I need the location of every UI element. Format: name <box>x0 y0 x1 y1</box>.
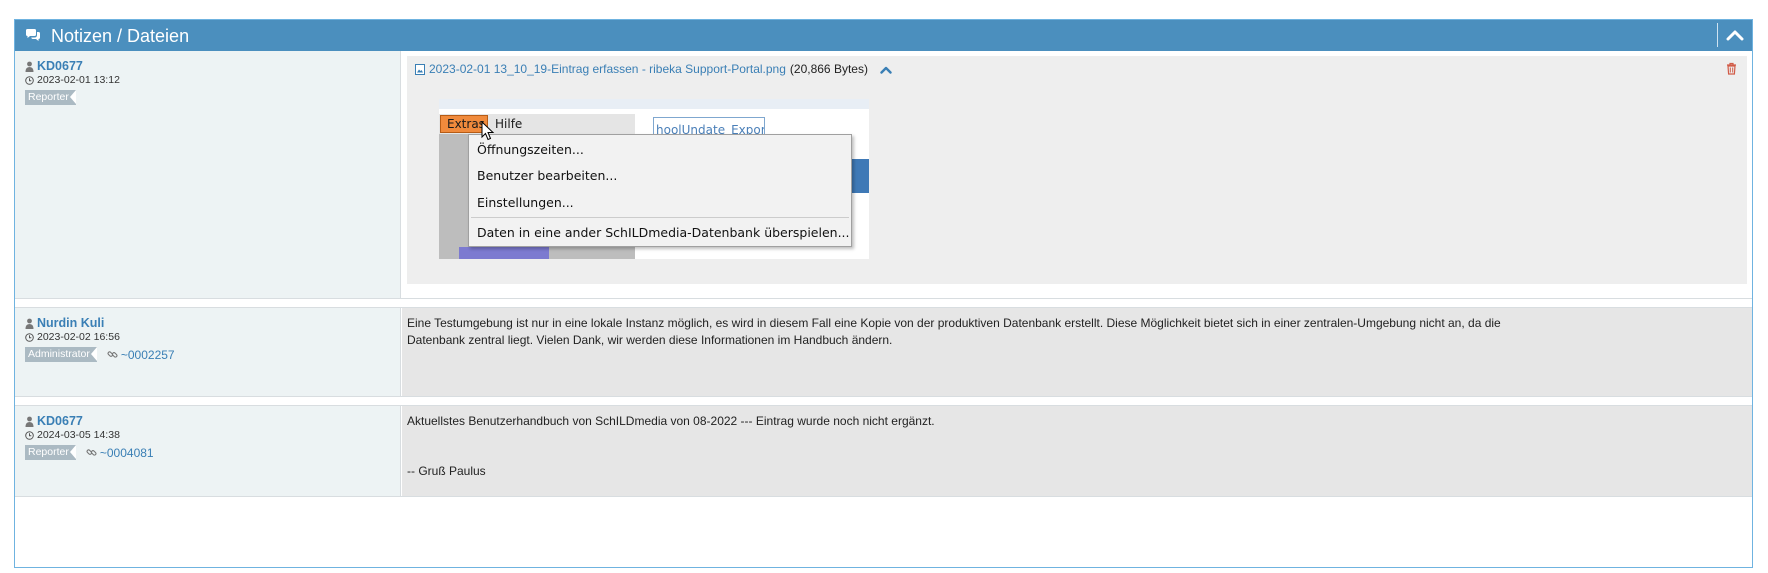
note-author-panel: Nurdin Kuli 2023-02-02 16:56 Administrat… <box>15 308 401 396</box>
preview-menu-separator <box>471 217 849 218</box>
note-id[interactable]: ~0004081 <box>100 446 154 460</box>
user-link[interactable]: KD0677 <box>37 414 83 428</box>
row-spacer <box>15 298 1752 308</box>
notes-files-widget: Notizen / Dateien KD0677 2023-02-01 13:1… <box>14 19 1753 568</box>
user-icon <box>25 318 34 329</box>
note-id[interactable]: ~0002257 <box>121 348 175 362</box>
note-content: 2023-02-01 13_10_19-Eintrag erfassen - r… <box>402 51 1752 298</box>
note-text-line: -- Gruß Paulus <box>407 464 486 478</box>
note-text-line: Aktuellstes Benutzerhandbuch von SchILDm… <box>407 414 935 428</box>
note-row: Nurdin Kuli 2023-02-02 16:56 Administrat… <box>15 308 1752 396</box>
note-date: 2023-02-01 13:12 <box>37 74 120 86</box>
image-file-icon <box>415 63 425 75</box>
mouse-cursor-icon <box>481 121 495 141</box>
note-text: Aktuellstes Benutzerhandbuch von SchILDm… <box>407 413 1737 480</box>
user-link[interactable]: Nurdin Kuli <box>37 316 104 330</box>
link-icon <box>86 449 97 456</box>
user-icon <box>25 416 34 427</box>
chevron-up-icon[interactable] <box>1726 27 1744 43</box>
preview-menu-hilfe: Hilfe <box>495 117 523 131</box>
note-permalink[interactable]: ~0002257 <box>107 348 175 362</box>
user-line: Nurdin Kuli <box>25 316 104 330</box>
user-line: KD0677 <box>25 59 83 73</box>
note-text: Eine Testumgebung ist nur in eine lokale… <box>407 315 1737 349</box>
user-icon <box>25 61 34 72</box>
attachment-header: 2023-02-01 13_10_19-Eintrag erfassen - r… <box>415 62 892 76</box>
preview-image-fragment <box>459 247 549 259</box>
badge-line: Administrator ~0002257 <box>25 347 175 362</box>
role-badge: Reporter <box>25 90 76 105</box>
note-row: KD0677 2023-02-01 13:12 Reporter 2023-02… <box>15 51 1752 298</box>
note-date: 2023-02-02 16:56 <box>37 331 120 343</box>
attachment-link[interactable]: 2023-02-01 13_10_19-Eintrag erfassen - r… <box>429 62 786 76</box>
preview-menu-item: Benutzer bearbeiten... <box>477 168 618 183</box>
note-text-line: Eine Testumgebung ist nur in eine lokale… <box>407 316 1501 330</box>
row-spacer <box>15 396 1752 406</box>
preview-menu-item: Daten in eine ander SchILDmedia-Datenban… <box>477 225 850 240</box>
widget-title: Notizen / Dateien <box>51 26 190 46</box>
header-divider <box>1717 23 1718 47</box>
role-badge: Administrator <box>25 347 97 362</box>
date-line: 2023-02-02 16:56 <box>25 331 120 343</box>
badge-line: Reporter ~0004081 <box>25 445 154 460</box>
chevron-up-icon[interactable] <box>880 65 892 74</box>
trash-icon[interactable] <box>1726 62 1737 75</box>
note-permalink[interactable]: ~0004081 <box>86 446 154 460</box>
date-line: 2023-02-01 13:12 <box>25 74 120 86</box>
clock-icon <box>25 332 34 342</box>
comments-icon <box>26 29 40 41</box>
note-author-panel: KD0677 2023-02-01 13:12 Reporter <box>15 51 401 298</box>
user-link[interactable]: KD0677 <box>37 59 83 73</box>
badge-line: Reporter <box>25 90 76 105</box>
date-line: 2024-03-05 14:38 <box>25 429 120 441</box>
note-row: KD0677 2024-03-05 14:38 Reporter ~000408… <box>15 406 1752 496</box>
attachment-preview[interactable]: hoolUndate_Export Extras Hilfe Öffnungsz… <box>439 99 869 259</box>
role-badge: Reporter <box>25 445 76 460</box>
preview-menu-item: Öffnungszeiten... <box>477 142 584 157</box>
row-spacer <box>15 496 1752 506</box>
preview-dropdown-menu: Öffnungszeiten... Benutzer bearbeiten...… <box>468 134 852 247</box>
attachment-box: 2023-02-01 13_10_19-Eintrag erfassen - r… <box>407 56 1747 284</box>
preview-background <box>439 99 869 109</box>
note-content: Eine Testumgebung ist nur in eine lokale… <box>402 308 1752 396</box>
note-date: 2024-03-05 14:38 <box>37 429 120 441</box>
user-line: KD0677 <box>25 414 83 428</box>
clock-icon <box>25 75 34 85</box>
attachment-size: (20,866 Bytes) <box>789 62 868 76</box>
note-content: Aktuellstes Benutzerhandbuch von SchILDm… <box>402 406 1752 496</box>
preview-menu-item: Einstellungen... <box>477 195 574 210</box>
note-author-panel: KD0677 2024-03-05 14:38 Reporter ~000408… <box>15 406 401 496</box>
note-text-line: Datenbank zentral liegt. Vielen Dank, wi… <box>407 333 893 347</box>
widget-header: Notizen / Dateien <box>15 20 1752 51</box>
link-icon <box>107 351 118 358</box>
clock-icon <box>25 430 34 440</box>
